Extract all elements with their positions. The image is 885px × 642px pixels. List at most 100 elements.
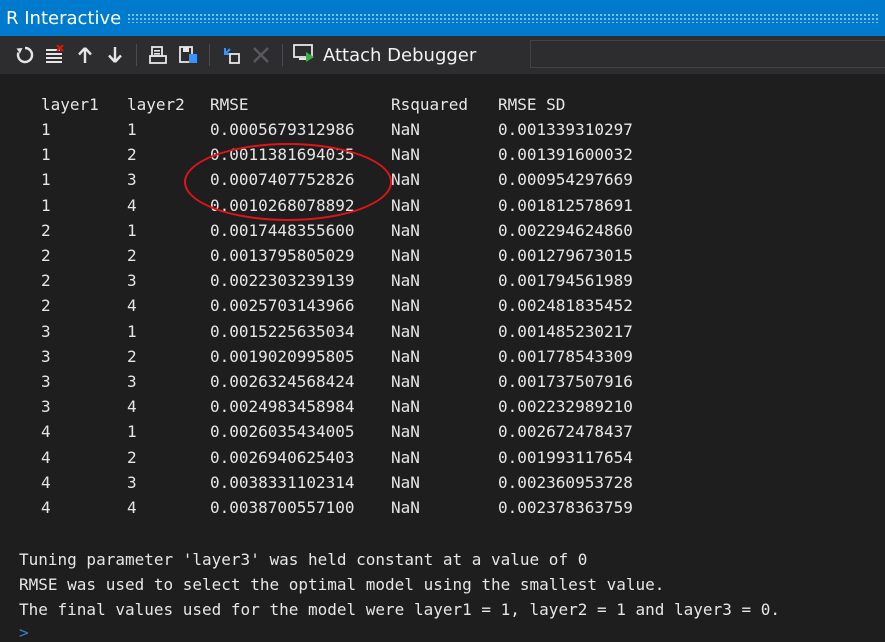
- cell-rsquared: NaN: [391, 195, 420, 215]
- cell-rmse: 0.0005679312986: [210, 120, 355, 139]
- cell-rsquared: NaN: [391, 498, 420, 517]
- toolbar: Attach Debugger: [0, 36, 885, 74]
- cell-rmse-sd: 0.001737507916: [498, 372, 633, 391]
- cell-rsquared: NaN: [391, 145, 420, 165]
- cell-layer2: 1: [127, 321, 137, 341]
- column-header-layer1: layer1: [41, 95, 99, 114]
- load-workspace-button[interactable]: [143, 40, 173, 70]
- table-row: 1 4 0.0010268078892 NaN 0.001812578691: [0, 193, 885, 218]
- cell-rsquared: NaN: [391, 447, 420, 467]
- toolbar-separator: [136, 44, 137, 66]
- cell-rmse: 0.0026940625403: [210, 447, 355, 467]
- cell-layer1: 2: [41, 220, 51, 240]
- cell-layer1: 1: [41, 120, 51, 139]
- cell-layer2: 2: [127, 346, 137, 366]
- cell-rsquared: NaN: [391, 321, 420, 341]
- table-row: 3 4 0.0024983458984 NaN 0.002232989210: [0, 394, 885, 419]
- cell-layer1: 3: [41, 321, 51, 341]
- window-title: R Interactive: [6, 7, 122, 29]
- cell-rmse: 0.0007407752826: [210, 170, 355, 190]
- cell-layer2: 1: [127, 120, 137, 139]
- debugger-icon: [293, 43, 315, 68]
- cell-rmse-sd: 0.002672478437: [498, 422, 633, 442]
- history-down-icon: [105, 45, 125, 65]
- table-header-row: layer1 layer2 RMSE Rsquared RMSE SD: [0, 92, 885, 117]
- reset-button[interactable]: [10, 40, 40, 70]
- cell-layer1: 4: [41, 498, 51, 517]
- cell-layer2: 3: [127, 271, 137, 291]
- cell-rsquared: NaN: [391, 397, 420, 417]
- cell-layer2: 3: [127, 372, 137, 391]
- cell-rmse: 0.0010268078892: [210, 195, 355, 215]
- cell-rsquared: NaN: [391, 170, 420, 190]
- table-row: 2 3 0.0022303239139 NaN 0.001794561989: [0, 268, 885, 293]
- toolbar-input-box[interactable]: [530, 40, 885, 68]
- cell-rmse: 0.0026324568424: [210, 372, 355, 391]
- column-header-rmse-sd: RMSE SD: [498, 95, 566, 114]
- console-output[interactable]: layer1 layer2 RMSE Rsquared RMSE SD 1 1 0.…: [0, 74, 885, 642]
- r-interactive-window: R Interactive Attach Debugger layer1 lay…: [0, 0, 885, 642]
- cell-rmse-sd: 0.002360953728: [498, 472, 633, 492]
- cell-layer1: 2: [41, 246, 51, 265]
- cell-rmse: 0.0024983458984: [210, 397, 355, 417]
- table-row: 1 1 0.0005679312986 NaN 0.001339310297: [0, 117, 885, 142]
- table-row: 1 3 0.0007407752826 NaN 0.000954297669: [0, 167, 885, 192]
- attach-debugger-label: Attach Debugger: [323, 44, 477, 66]
- table-row: 4 4 0.0038700557100 NaN 0.002378363759: [0, 495, 885, 520]
- table-row: 4 2 0.0026940625403 NaN 0.001993117654: [0, 445, 885, 470]
- cell-rsquared: NaN: [391, 472, 420, 492]
- cell-rmse-sd: 0.001794561989: [498, 271, 633, 291]
- cell-rmse: 0.0022303239139: [210, 271, 355, 291]
- cell-layer1: 1: [41, 170, 51, 190]
- table-row: 3 3 0.0026324568424 NaN 0.001737507916: [0, 369, 885, 394]
- cell-rmse-sd: 0.001778543309: [498, 346, 633, 366]
- interrupt-button[interactable]: [246, 40, 276, 70]
- cell-layer2: 1: [127, 422, 137, 442]
- cell-rmse-sd: 0.001812578691: [498, 195, 633, 215]
- toolbar-separator: [209, 44, 210, 66]
- cell-rmse: 0.0038700557100: [210, 498, 355, 517]
- column-header-rsquared: Rsquared: [391, 95, 469, 114]
- interrupt-icon: [251, 45, 271, 65]
- cell-layer2: 3: [127, 170, 137, 190]
- cell-layer2: 2: [127, 145, 137, 165]
- cell-layer2: 1: [127, 220, 137, 240]
- attach-button[interactable]: [216, 40, 246, 70]
- history-down-button[interactable]: [100, 40, 130, 70]
- console-message: RMSE was used to select the optimal mode…: [19, 575, 665, 594]
- clear-button[interactable]: [40, 40, 70, 70]
- cell-rmse-sd: 0.001485230217: [498, 321, 633, 341]
- cell-layer1: 4: [41, 422, 51, 442]
- cell-layer1: 1: [41, 145, 51, 165]
- history-up-button[interactable]: [70, 40, 100, 70]
- table-row: 4 1 0.0026035434005 NaN 0.002672478437: [0, 419, 885, 444]
- cell-layer2: 2: [127, 246, 137, 265]
- history-up-icon: [75, 45, 95, 65]
- cell-rsquared: NaN: [391, 246, 420, 265]
- console-prompt[interactable]: >: [19, 624, 29, 642]
- cell-rmse-sd: 0.002378363759: [498, 498, 633, 517]
- cell-layer2: 4: [127, 397, 137, 417]
- cell-rmse-sd: 0.002294624860: [498, 220, 633, 240]
- table-row: 2 1 0.0017448355600 NaN 0.002294624860: [0, 218, 885, 243]
- save-workspace-button[interactable]: [173, 40, 203, 70]
- table-row: 3 1 0.0015225635034 NaN 0.001485230217: [0, 319, 885, 344]
- reset-icon: [15, 45, 35, 65]
- table-row: 2 2 0.0013795805029 NaN 0.001279673015: [0, 243, 885, 268]
- title-bar-grip[interactable]: [127, 13, 879, 23]
- cell-rmse-sd: 0.002232989210: [498, 397, 633, 417]
- column-header-rmse: RMSE: [210, 95, 249, 114]
- console-message: The final values used for the model were…: [19, 600, 780, 619]
- cell-layer1: 2: [41, 296, 51, 316]
- cell-rmse-sd: 0.001339310297: [498, 120, 633, 139]
- table-row: 4 3 0.0038331102314 NaN 0.002360953728: [0, 470, 885, 495]
- load-workspace-icon: [148, 45, 168, 65]
- cell-layer2: 4: [127, 195, 137, 215]
- attach-icon: [221, 45, 241, 65]
- cell-layer2: 3: [127, 472, 137, 492]
- attach-debugger-button[interactable]: Attach Debugger: [289, 40, 482, 70]
- cell-rmse-sd: 0.001279673015: [498, 246, 633, 265]
- cell-layer1: 3: [41, 372, 51, 391]
- title-bar[interactable]: R Interactive: [0, 0, 885, 36]
- cell-rmse: 0.0017448355600: [210, 220, 355, 240]
